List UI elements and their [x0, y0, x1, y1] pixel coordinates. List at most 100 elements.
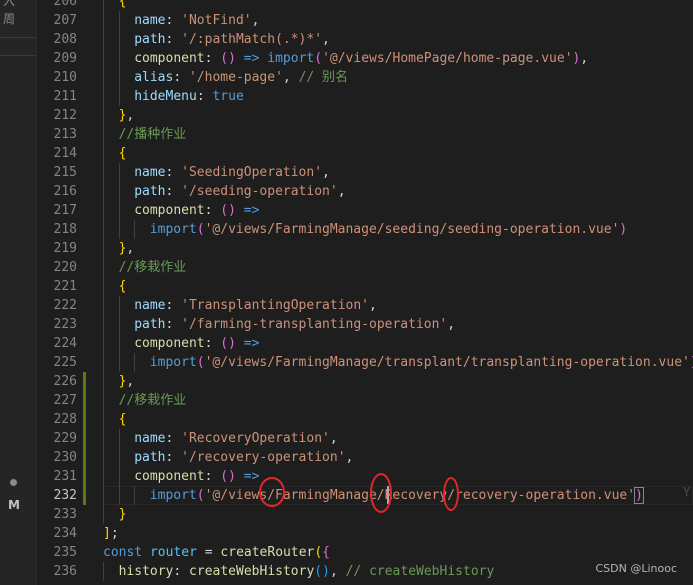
code-token: { [118, 0, 127, 9]
code-line[interactable]: 222 name: 'TransplantingOperation', [36, 296, 693, 315]
git-change-marker [83, 486, 86, 505]
code-line[interactable]: 233} [36, 505, 693, 524]
code-line[interactable]: 232 import('@/views/FarmingManage/Recover… [36, 486, 693, 505]
code-line[interactable]: 235 const router = createRouter({ [36, 543, 693, 562]
line-number: 217 [53, 203, 77, 218]
code-line[interactable]: 225 import('@/views/FarmingManage/transpl… [36, 353, 693, 372]
code-line[interactable]: 229 name: 'RecoveryOperation', [36, 429, 693, 448]
line-number: 225 [53, 355, 77, 370]
code-token: component [134, 336, 205, 351]
code-line[interactable]: 214 { [36, 144, 693, 163]
code-text: const router = createRouter({ [103, 543, 330, 562]
code-line[interactable]: 207 name: 'NotFind', [36, 11, 693, 30]
code-line[interactable]: 230 path: '/recovery-operation', [36, 448, 693, 467]
code-line[interactable]: 212}, [36, 106, 693, 125]
indent-guide [118, 11, 120, 30]
indent-guide [103, 391, 104, 410]
code-line[interactable]: 210 alias: '/home-page', // 别名 [36, 68, 693, 87]
git-change-marker [83, 429, 86, 448]
code-line[interactable]: 234]; [36, 524, 693, 543]
code-text: name: 'RecoveryOperation', [134, 429, 338, 448]
code-text: history: createWebHistory(), // createWe… [119, 562, 495, 581]
modified-badge: M [8, 498, 20, 512]
code-text: //播种作业 [119, 125, 187, 144]
strip-text-1: 入 [3, 0, 16, 8]
line-number: 228 [53, 412, 77, 427]
code-token: , [337, 184, 346, 199]
code-line[interactable]: 215 name: 'SeedingOperation', [36, 163, 693, 182]
code-token: : [165, 13, 182, 28]
code-text: alias: '/home-page', // 别名 [134, 68, 348, 87]
indent-guide [103, 410, 104, 429]
code-line[interactable]: 227 //移栽作业 [36, 391, 693, 410]
code-token: , [329, 431, 338, 446]
code-token: '/home-page' [188, 70, 283, 85]
code-line[interactable]: 226}, [36, 372, 693, 391]
indent-guide [103, 562, 104, 581]
code-line[interactable]: 236 history: createWebHistory(), // creat… [36, 562, 693, 581]
code-line[interactable]: 213 //播种作业 [36, 125, 693, 144]
code-line[interactable]: 209 component: () => import('@/views/Home… [36, 49, 693, 68]
code-token: : [165, 32, 182, 47]
indent-guide [118, 448, 120, 467]
ghost-text: Y [683, 485, 691, 499]
indent-guide [103, 372, 104, 391]
code-token: ( [314, 545, 323, 560]
line-number: 208 [53, 32, 77, 47]
code-token: () [314, 564, 330, 579]
code-token: : [165, 184, 182, 199]
indent-guide [103, 49, 104, 68]
code-token: history [118, 564, 174, 579]
code-token: => [243, 51, 260, 66]
indent-guide [118, 220, 120, 239]
code-token: name [134, 431, 166, 446]
code-line[interactable]: 206 { [36, 0, 693, 11]
code-token: import [267, 51, 315, 66]
code-text: name: 'NotFind', [134, 11, 259, 30]
code-line[interactable]: 220 //移栽作业 [36, 258, 693, 277]
line-number: 220 [53, 260, 77, 275]
code-line[interactable]: 224 component: () => [36, 334, 693, 353]
indent-guide [103, 87, 104, 106]
code-token: true [212, 89, 244, 104]
code-line[interactable]: 217 component: () => [36, 201, 693, 220]
indent-guide [103, 30, 104, 49]
code-text: { [119, 0, 127, 11]
code-token: // 别名 [298, 70, 349, 85]
code-line[interactable]: 208 path: '/:pathMatch(.*)*', [36, 30, 693, 49]
code-line[interactable]: 211 hideMenu: true [36, 87, 693, 106]
indent-guide [103, 334, 104, 353]
code-line[interactable]: 219}, [36, 239, 693, 258]
code-token: ) [619, 222, 628, 237]
code-token: component [134, 469, 205, 484]
code-line[interactable]: 231 component: () => [36, 467, 693, 486]
indent-guide [118, 163, 120, 182]
code-token: alias [134, 70, 174, 85]
code-line[interactable]: 223 path: '/farming-transplanting-operati… [36, 315, 693, 334]
indent-guide [103, 11, 104, 30]
code-line[interactable]: 218 import('@/views/FarmingManage/seeding… [36, 220, 693, 239]
code-token: path [134, 450, 166, 465]
code-token: ( [196, 488, 205, 503]
code-token: () [220, 469, 236, 484]
indent-guide [118, 334, 120, 353]
code-token: , [322, 32, 330, 47]
code-token: // createWebHistory [345, 564, 495, 579]
code-text: path: '/farming-transplanting-operation'… [134, 315, 455, 334]
indent-guide [118, 353, 120, 372]
code-token: createRouter [220, 545, 315, 560]
line-number: 207 [53, 13, 77, 28]
code-token: //移栽作业 [118, 393, 187, 408]
code-token: , [282, 70, 299, 85]
git-change-marker [83, 410, 86, 429]
code-editor[interactable]: 206 { 207 name: 'NotFind', 208 path: '/:pathM… [36, 0, 693, 585]
code-token: ) [634, 487, 644, 504]
line-number: 211 [53, 89, 77, 104]
code-line[interactable]: 216 path: '/seeding-operation', [36, 182, 693, 201]
code-token: '/farming-transplanting-operation' [181, 317, 448, 332]
code-text: //移栽作业 [119, 258, 187, 277]
code-line[interactable]: 221 { [36, 277, 693, 296]
code-line[interactable]: 228 { [36, 410, 693, 429]
